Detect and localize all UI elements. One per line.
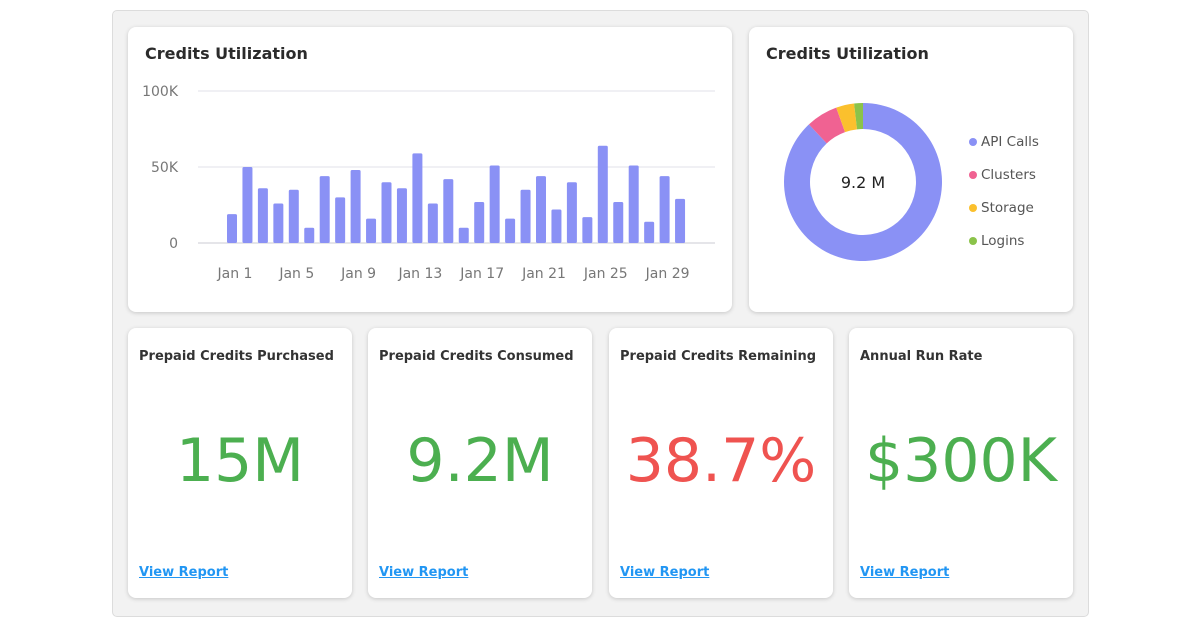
legend-item[interactable]: Clusters [969, 158, 1039, 191]
bar[interactable] [257, 188, 268, 243]
kpi-card-remaining: Prepaid Credits Remaining 38.7% View Rep… [609, 328, 833, 598]
bar-chart-card: Credits Utilization 0 50K 100K Jan 1 Jan 5 Ja… [128, 27, 732, 312]
view-report-link[interactable]: View Report [860, 565, 949, 580]
legend-dot-icon [969, 137, 977, 146]
bar[interactable] [412, 153, 423, 243]
bar[interactable] [613, 201, 624, 243]
kpi-title: Prepaid Credits Purchased [139, 349, 334, 364]
bar[interactable] [288, 189, 299, 243]
x-tick-label: Jan 1 [217, 266, 253, 282]
kpi-title: Prepaid Credits Remaining [620, 349, 817, 364]
bar[interactable] [566, 182, 577, 243]
kpi-card-consumed: Prepaid Credits Consumed 9.2M View Repor… [368, 328, 592, 598]
kpi-value: $300K [864, 426, 1058, 496]
view-report-link[interactable]: View Report [139, 565, 228, 580]
bar[interactable] [551, 209, 562, 243]
kpi-value: 38.7% [625, 426, 817, 496]
bar[interactable] [350, 170, 361, 243]
bar[interactable] [489, 165, 500, 243]
legend-label: Clusters [981, 166, 1036, 183]
legend-item[interactable]: Storage [969, 191, 1039, 224]
view-report-link[interactable]: View Report [379, 565, 468, 580]
x-tick-label: Jan 21 [521, 266, 566, 282]
bar[interactable] [304, 227, 315, 243]
kpi-value: 9.2M [406, 426, 554, 496]
donut-center-label: 9.2 M [841, 173, 885, 192]
bar[interactable] [659, 176, 670, 243]
legend-label: Storage [981, 199, 1034, 216]
x-tick-label: Jan 29 [645, 266, 690, 282]
y-tick-label: 50K [151, 160, 179, 176]
x-tick-label: Jan 17 [459, 266, 504, 282]
x-tick-label: Jan 25 [583, 266, 628, 282]
bar[interactable] [227, 214, 237, 243]
y-tick-label: 0 [169, 236, 178, 252]
x-tick-label: Jan 5 [278, 266, 314, 282]
bar[interactable] [458, 227, 469, 243]
bar[interactable] [582, 217, 593, 243]
bar-chart: 0 50K 100K Jan 1 Jan 5 Jan 9 Jan 13 Jan 17 Jan 2… [142, 84, 715, 282]
bar[interactable] [505, 218, 516, 243]
dashboard-container: Credits Utilization 0 50K 100K Jan 1 Jan 5 Ja… [112, 10, 1089, 617]
kpi-title: Prepaid Credits Consumed [379, 349, 574, 364]
legend-dot-icon [969, 203, 977, 212]
legend-item[interactable]: Logins [969, 224, 1039, 257]
legend-item[interactable]: API Calls [969, 125, 1039, 158]
bar[interactable] [381, 182, 392, 243]
legend-label: API Calls [981, 133, 1039, 150]
bar[interactable] [536, 176, 546, 243]
bar[interactable] [520, 189, 531, 243]
bar[interactable] [443, 179, 454, 243]
bar[interactable] [675, 198, 686, 243]
bar[interactable] [474, 201, 485, 243]
bar[interactable] [427, 203, 438, 243]
x-tick-label: Jan 9 [340, 266, 376, 282]
kpi-card-purchased: Prepaid Credits Purchased 15M View Repor… [128, 328, 352, 598]
bar[interactable] [396, 188, 407, 243]
bar[interactable] [335, 197, 346, 243]
kpi-card-run-rate: Annual Run Rate $300K View Report [849, 328, 1073, 598]
bar[interactable] [597, 145, 608, 243]
view-report-link[interactable]: View Report [620, 565, 709, 580]
kpi-title: Annual Run Rate [860, 349, 983, 364]
y-tick-label: 100K [142, 84, 179, 100]
bar[interactable] [242, 167, 253, 243]
kpi-value: 15M [175, 426, 305, 496]
bar[interactable] [644, 221, 655, 243]
legend-label: Logins [981, 232, 1025, 249]
legend-dot-icon [969, 236, 977, 245]
x-tick-label: Jan 13 [397, 266, 442, 282]
bar[interactable] [273, 203, 284, 243]
donut-legend: API Calls Clusters Storage Logins [969, 125, 1039, 257]
donut-chart-card: Credits Utilization 9.2 M API Calls Clust… [749, 27, 1073, 312]
legend-dot-icon [969, 170, 977, 179]
bar[interactable] [366, 218, 377, 243]
bar[interactable] [319, 176, 330, 243]
bar[interactable] [628, 165, 639, 243]
